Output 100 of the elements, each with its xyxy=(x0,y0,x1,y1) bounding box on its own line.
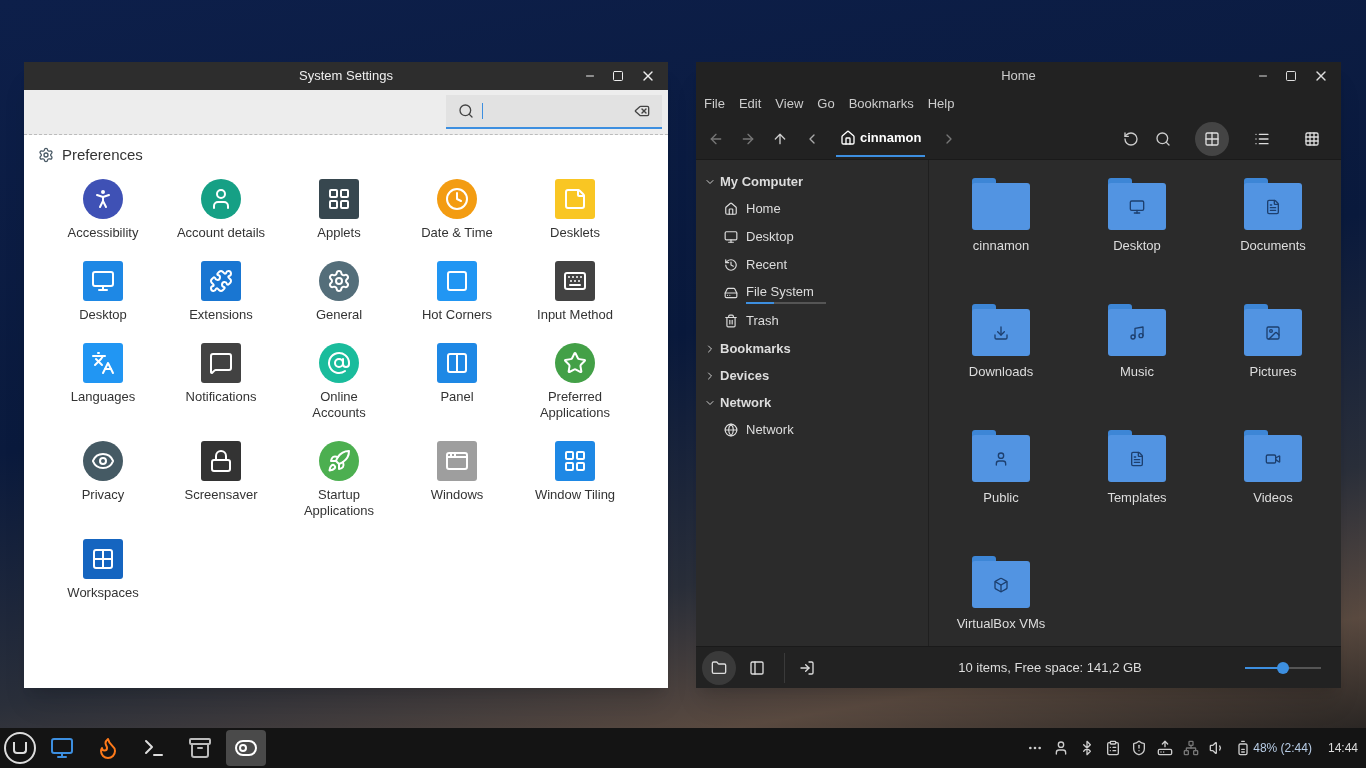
settings-label[interactable]: Privacy xyxy=(81,486,125,503)
network-icon[interactable] xyxy=(1183,740,1200,756)
settings-label[interactable]: Preferred Applications xyxy=(539,388,611,421)
settings-label[interactable]: Date & Time xyxy=(421,224,493,241)
settings-label[interactable]: Accessibility xyxy=(67,224,139,241)
settings-label[interactable]: Panel xyxy=(440,388,474,405)
folder-icon[interactable] xyxy=(1108,178,1166,230)
sidebar-item[interactable]: Recent xyxy=(746,255,788,275)
file-name[interactable]: Downloads xyxy=(968,362,1034,382)
menu-item[interactable]: Edit xyxy=(738,94,762,114)
settings-label[interactable]: Desktop xyxy=(79,306,127,323)
settings-icon[interactable] xyxy=(201,342,241,383)
window-title: Home xyxy=(1001,67,1036,86)
menu-item[interactable]: Help xyxy=(927,94,955,114)
sidebar-heading[interactable]: Network xyxy=(720,392,772,413)
place-icon xyxy=(724,202,738,216)
settings-label[interactable]: Startup Applications xyxy=(303,486,375,519)
view-mode-icon xyxy=(1304,130,1320,147)
clear-icon[interactable] xyxy=(634,103,650,119)
sidebar-heading[interactable]: Bookmarks xyxy=(720,338,791,359)
place-icon xyxy=(724,286,738,300)
settings-label[interactable]: Screensaver xyxy=(184,486,258,503)
search-icon[interactable] xyxy=(1155,130,1171,147)
clipboard-icon[interactable] xyxy=(1105,740,1122,756)
section-heading: Preferences xyxy=(62,145,143,165)
menu-logo-icon[interactable] xyxy=(4,732,36,764)
settings-label[interactable]: Hot Corners xyxy=(421,306,493,323)
file-name[interactable]: Public xyxy=(983,488,1019,508)
folder-icon[interactable] xyxy=(1108,304,1166,356)
menu-item[interactable]: Go xyxy=(817,94,835,114)
folder-icon[interactable] xyxy=(972,556,1030,608)
settings-label[interactable]: Online Accounts xyxy=(312,388,366,421)
settings-label[interactable]: Input Method xyxy=(537,306,613,323)
battery-text[interactable]: 48% (2:44) xyxy=(1253,739,1312,757)
sidebar-item[interactable]: Trash xyxy=(746,311,779,331)
settings-label[interactable]: Workspaces xyxy=(67,584,139,601)
settings-icon[interactable] xyxy=(83,440,123,481)
sidebar-item[interactable]: Desktop xyxy=(746,227,794,247)
eject-icon[interactable] xyxy=(1157,740,1174,756)
settings-label[interactable]: Applets xyxy=(317,224,361,241)
settings-label[interactable]: Languages xyxy=(70,388,136,405)
settings-label[interactable]: Account details xyxy=(176,224,266,241)
place-icon xyxy=(724,423,738,437)
file-name[interactable]: Templates xyxy=(1107,488,1167,508)
menu-item[interactable]: Bookmarks xyxy=(848,94,914,114)
file-name[interactable]: VirtualBox VMs xyxy=(956,614,1046,634)
settings-icon[interactable] xyxy=(319,260,359,301)
maximize-icon[interactable] xyxy=(1285,70,1297,82)
path-button[interactable]: cinnamon xyxy=(836,120,926,157)
folder-icon[interactable] xyxy=(1244,430,1302,482)
file-name[interactable]: cinnamon xyxy=(972,236,1030,256)
folder-icon[interactable] xyxy=(972,430,1030,482)
window-title: System Settings xyxy=(299,67,393,86)
home-icon xyxy=(840,129,856,146)
settings-label[interactable]: Window Tiling xyxy=(534,486,616,503)
folder-icon[interactable] xyxy=(1244,304,1302,356)
file-name[interactable]: Music xyxy=(1120,362,1154,382)
taskbar-app[interactable] xyxy=(226,730,266,766)
app-icon xyxy=(188,736,212,760)
settings-icon[interactable] xyxy=(83,178,123,219)
search-field[interactable] xyxy=(446,95,662,129)
pane-button[interactable] xyxy=(702,650,736,685)
settings-icon[interactable] xyxy=(201,440,241,481)
settings-label[interactable]: Extensions xyxy=(189,306,253,323)
settings-label[interactable]: Desklets xyxy=(550,224,600,241)
folder-icon[interactable] xyxy=(972,304,1030,356)
file-name[interactable]: Videos xyxy=(1253,488,1293,508)
settings-icon[interactable] xyxy=(83,538,123,579)
sidebar-heading[interactable]: My Computer xyxy=(720,171,804,192)
zoom-slider[interactable] xyxy=(1245,661,1321,674)
search-icon xyxy=(458,103,474,119)
view-button[interactable] xyxy=(1195,121,1229,156)
slider-thumb[interactable] xyxy=(1277,661,1289,674)
toggle-sidebar-icon[interactable] xyxy=(799,659,815,676)
settings-label[interactable]: Windows xyxy=(430,486,484,503)
file-name[interactable]: Desktop xyxy=(1113,236,1161,256)
menu-item[interactable]: File xyxy=(704,94,725,114)
file-name[interactable]: Pictures xyxy=(1249,362,1297,382)
toggle-location-icon[interactable] xyxy=(1123,130,1139,147)
status-text: 10 items, Free space: 141,2 GB xyxy=(957,658,1143,677)
folder-icon[interactable] xyxy=(1108,430,1166,482)
settings-icon[interactable] xyxy=(555,260,595,301)
sidebar-heading[interactable]: Devices xyxy=(720,365,770,386)
shield-icon[interactable] xyxy=(1131,740,1148,756)
clock[interactable]: 14:44 xyxy=(1327,739,1358,757)
sidebar-item[interactable]: Home xyxy=(746,199,781,219)
settings-label[interactable]: General xyxy=(315,306,363,323)
text-caret xyxy=(482,103,483,119)
place-icon xyxy=(724,314,738,328)
file-name[interactable]: Documents xyxy=(1240,236,1306,256)
sidebar-item[interactable]: File System xyxy=(746,282,826,302)
settings-icon[interactable] xyxy=(319,178,359,219)
menu-item[interactable]: View xyxy=(775,94,804,114)
place-icon xyxy=(724,258,738,272)
gear-icon xyxy=(38,147,54,164)
sidebar-item[interactable]: Network xyxy=(746,420,794,440)
folder-icon[interactable] xyxy=(972,178,1030,230)
settings-label[interactable]: Notifications xyxy=(185,388,257,405)
folder-icon[interactable] xyxy=(1244,178,1302,230)
maximize-icon[interactable] xyxy=(612,70,624,82)
